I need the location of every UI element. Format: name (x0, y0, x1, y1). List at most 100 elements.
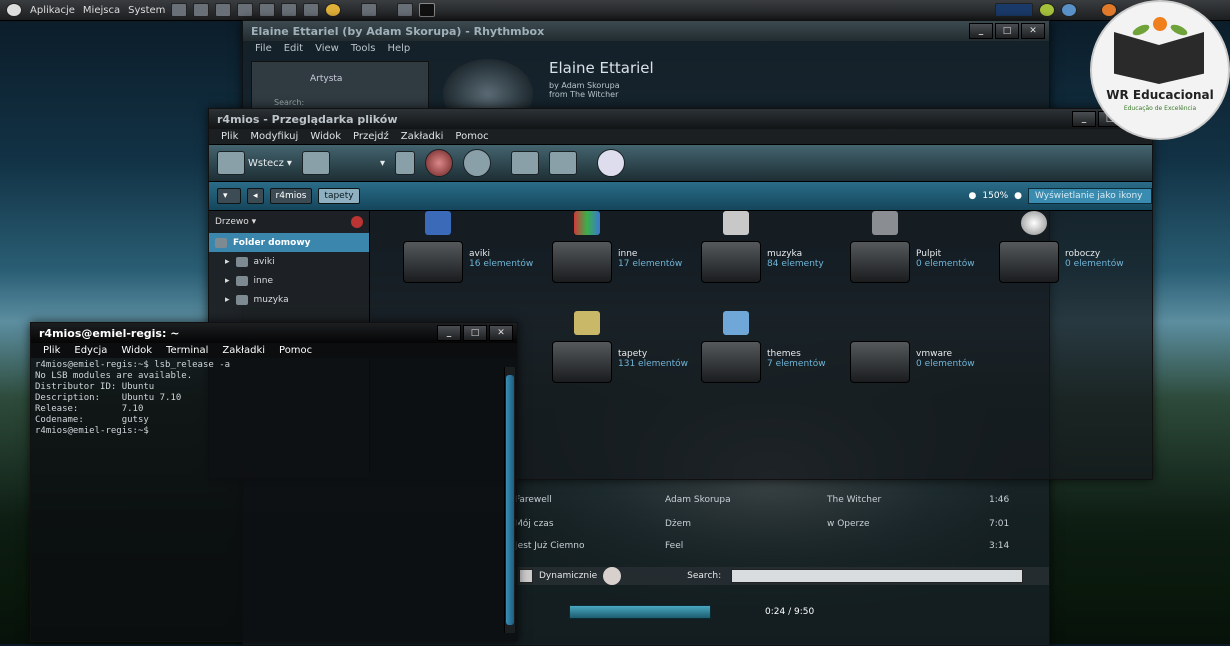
toggle-location-button[interactable]: ▾ (217, 188, 241, 204)
menu-applications[interactable]: Aplikacje (30, 5, 75, 16)
view-mode-select[interactable]: Wyświetlanie jako ikony (1028, 188, 1152, 204)
menu-bookmarks[interactable]: Zakładki (401, 131, 444, 142)
disc-icon[interactable] (603, 567, 622, 585)
launcher-icon[interactable] (237, 3, 254, 17)
close-button[interactable]: ✕ (1021, 23, 1045, 39)
minimize-button[interactable]: _ (1072, 111, 1096, 127)
wr-educacional-logo: WR Educacional Educação de Excelência (1092, 2, 1228, 138)
tree-item-aviki[interactable]: ▸ aviki (209, 252, 369, 271)
home-icon[interactable] (510, 151, 539, 175)
forward-menu[interactable]: ▾ (380, 158, 385, 169)
folder-vmware[interactable]: vmware 0 elementów (820, 311, 975, 391)
dynamic-label: Dynamicznie (539, 571, 598, 581)
logo-brand: WR Educacional (1106, 88, 1214, 102)
folder-muzyka[interactable]: muzyka 84 elementy (671, 211, 824, 291)
artist-select[interactable]: Artysta (310, 74, 428, 84)
update-icon[interactable] (1101, 3, 1118, 17)
scrollbar-thumb[interactable] (506, 375, 514, 625)
up-arrow-icon[interactable] (394, 151, 415, 175)
folder-roboczy[interactable]: roboczy 0 elementów (969, 211, 1124, 291)
zoom-out-icon[interactable]: ● (969, 191, 977, 201)
menu-terminal[interactable]: Terminal (166, 345, 208, 356)
folder-tapety[interactable]: tapety 131 elementów (522, 311, 688, 391)
terminal-titlebar[interactable]: r4mios@emiel-regis: ~ _ □ ✕ (31, 323, 517, 343)
menu-file[interactable]: Plik (43, 345, 60, 356)
menu-edit[interactable]: Edit (284, 43, 303, 54)
tree-item-inne[interactable]: ▸ inne (209, 271, 369, 290)
menu-help[interactable]: Pomoc (279, 345, 312, 356)
launcher-icon[interactable] (303, 3, 320, 17)
folder-themes[interactable]: themes 7 elementów (671, 311, 826, 391)
launcher-icon[interactable] (361, 3, 378, 17)
now-playing: Elaine Ettariel by Adam Skorupa from The… (549, 59, 654, 99)
tree-item-muzyka[interactable]: ▸ muzyka (209, 290, 369, 309)
photos-icon (574, 311, 600, 335)
song-artist: by Adam Skorupa (549, 81, 620, 90)
song-title: Elaine Ettariel (549, 59, 654, 77)
menu-help[interactable]: Help (387, 43, 410, 54)
progress-bar[interactable] (569, 605, 711, 619)
breadcrumb-home[interactable]: r4mios (269, 188, 313, 204)
folder-pulpit[interactable]: Pulpit 0 elementów (820, 211, 975, 291)
forward-button[interactable] (301, 151, 330, 175)
system-monitor-icon[interactable] (995, 3, 1034, 17)
leaf-icon (1131, 22, 1151, 38)
ubuntu-logo-icon[interactable] (6, 3, 22, 17)
track-title[interactable]: Jest Już Ciemno (515, 541, 585, 551)
rhythmbox-titlebar[interactable]: Elaine Ettariel (by Adam Skorupa) - Rhyt… (243, 21, 1049, 41)
tree-item-home[interactable]: Folder domowy (209, 233, 369, 252)
launcher-icon[interactable] (259, 3, 276, 17)
sidebar-select[interactable]: Drzewo (215, 217, 249, 227)
maximize-button[interactable]: □ (995, 23, 1019, 39)
track-title[interactable]: Mój czas (515, 519, 554, 529)
menu-places[interactable]: Miejsca (83, 5, 120, 16)
menu-file[interactable]: Plik (221, 131, 238, 142)
menu-tools[interactable]: Tools (351, 43, 376, 54)
launcher-icon[interactable] (193, 3, 210, 17)
search-input[interactable] (731, 569, 1024, 583)
zoom-in-icon[interactable]: ● (1014, 191, 1022, 201)
launcher-icon[interactable] (215, 3, 232, 17)
reload-icon[interactable] (462, 149, 491, 177)
window-title: r4mios@emiel-regis: ~ (39, 326, 180, 340)
menu-view[interactable]: View (315, 43, 339, 54)
close-sidebar-icon[interactable] (351, 216, 363, 228)
menu-help[interactable]: Pomoc (455, 131, 488, 142)
menu-view[interactable]: Widok (121, 345, 152, 356)
sun-icon (1153, 17, 1167, 31)
dynamic-checkbox[interactable] (519, 569, 533, 583)
tray-icon[interactable] (1039, 3, 1056, 17)
launcher-icon[interactable] (171, 3, 188, 17)
clock-icon[interactable] (1061, 3, 1078, 17)
breadcrumb-left-arrow[interactable]: ◂ (247, 188, 264, 204)
terminal-line: r4mios@emiel-regis:~$ lsb_release -a (35, 360, 231, 370)
workspace-icon[interactable] (419, 3, 436, 17)
menu-file[interactable]: File (255, 43, 272, 54)
minimize-button[interactable]: _ (437, 325, 461, 341)
search-icon[interactable] (596, 149, 625, 177)
menu-tabs[interactable]: Zakładki (222, 345, 265, 356)
terminal-output[interactable]: r4mios@emiel-regis:~$ lsb_release -a No … (31, 358, 517, 439)
breadcrumb-current[interactable]: tapety (318, 188, 360, 204)
video-icon (425, 211, 451, 235)
maximize-button[interactable]: □ (463, 325, 487, 341)
close-button[interactable]: ✕ (489, 325, 513, 341)
menu-go[interactable]: Przejdź (353, 131, 389, 142)
launcher-icon[interactable] (281, 3, 298, 17)
logo-tagline: Educação de Excelência (1123, 105, 1197, 112)
computer-icon[interactable] (548, 151, 577, 175)
folder-inne[interactable]: inne 17 elementów (522, 211, 682, 291)
file-browser-titlebar[interactable]: r4mios - Przeglądarka plików _ □ ✕ (209, 109, 1152, 129)
menu-edit[interactable]: Edycja (74, 345, 107, 356)
menu-edit[interactable]: Modyfikuj (250, 131, 298, 142)
forward-arrow-icon (301, 151, 330, 175)
folder-aviki[interactable]: aviki 16 elementów (373, 211, 533, 291)
launcher-icon[interactable] (397, 3, 414, 17)
minimize-button[interactable]: _ (969, 23, 993, 39)
menu-view[interactable]: Widok (310, 131, 341, 142)
menu-system[interactable]: System (128, 5, 165, 16)
weather-icon[interactable] (325, 3, 342, 17)
stop-icon[interactable] (424, 149, 453, 177)
track-title[interactable]: Farewell (515, 495, 552, 505)
back-button[interactable]: Wstecz ▾ (217, 151, 292, 175)
